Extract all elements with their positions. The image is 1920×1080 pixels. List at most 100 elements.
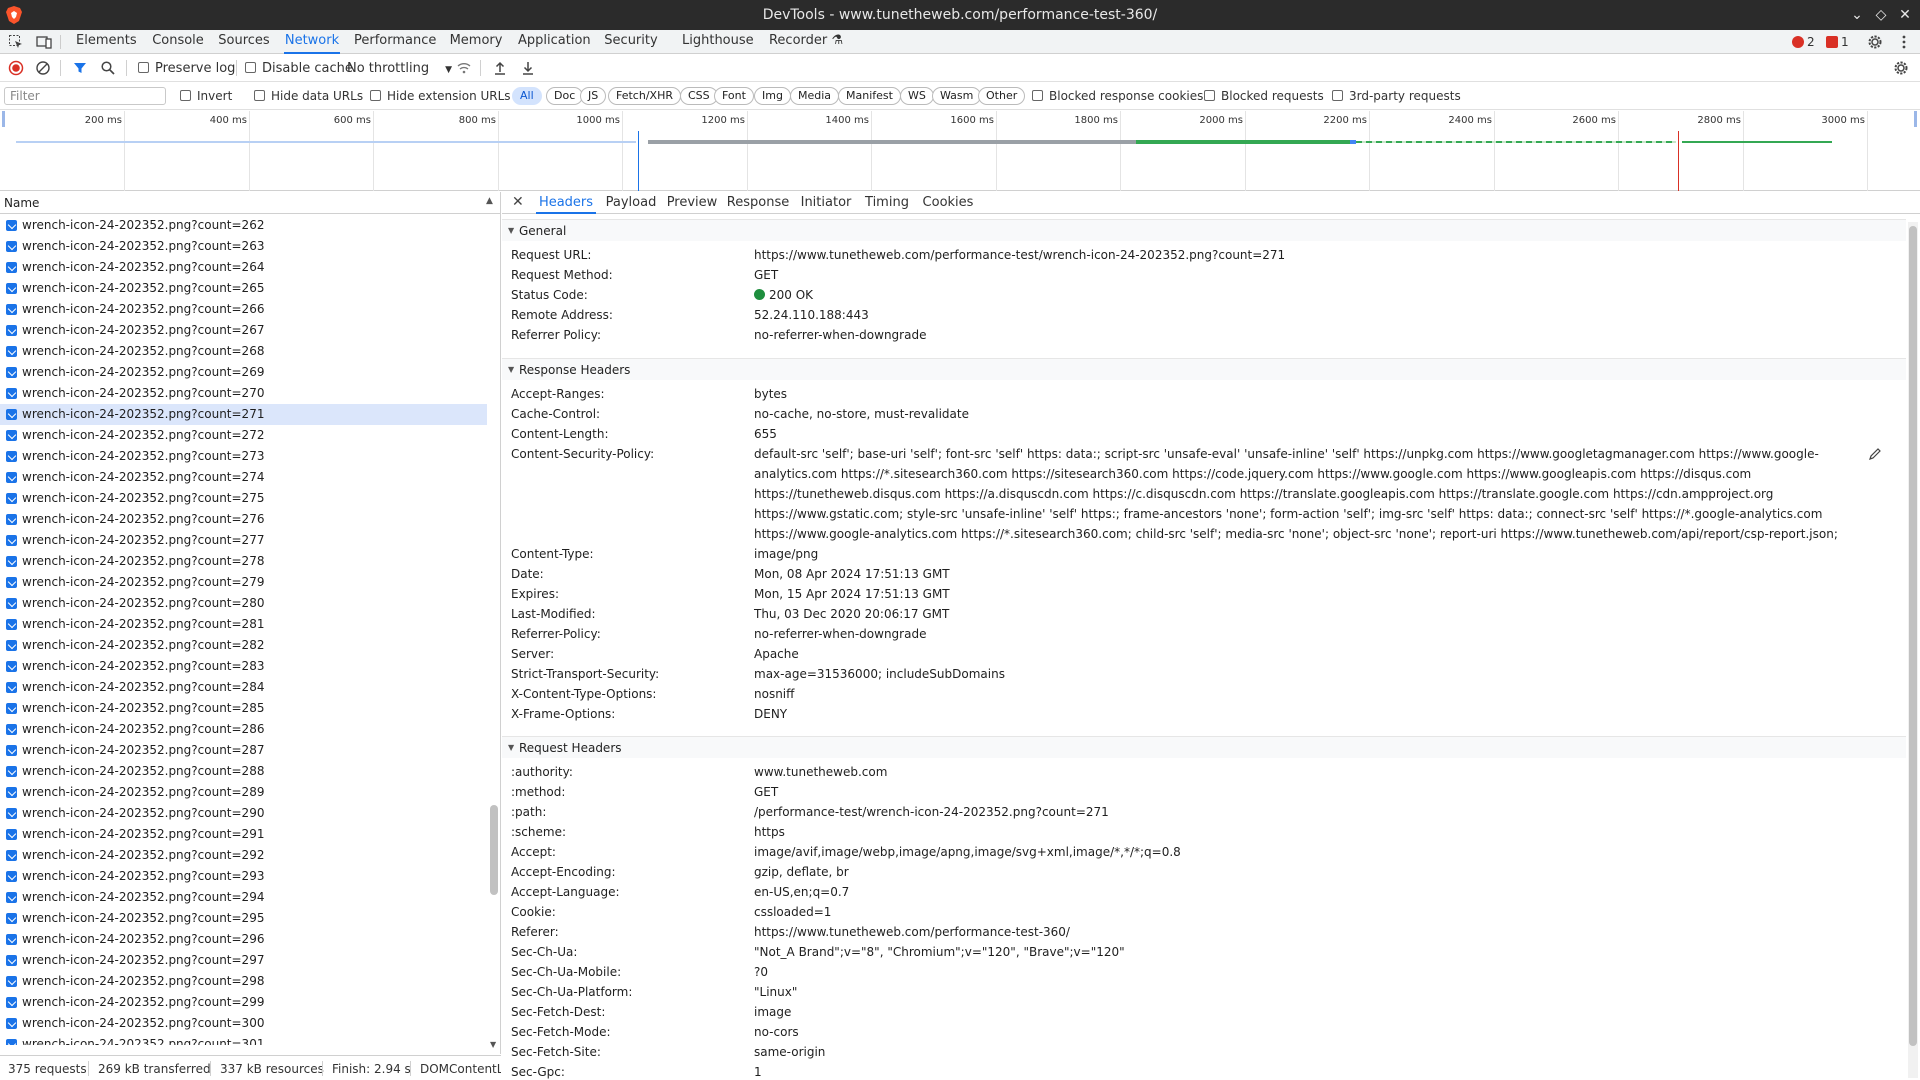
edit-pencil-icon[interactable] (1868, 447, 1882, 461)
request-row[interactable]: wrench-icon-24-202352.png?count=297 (0, 950, 487, 971)
timeline-left-handle[interactable] (2, 111, 5, 127)
request-row[interactable]: wrench-icon-24-202352.png?count=296 (0, 929, 487, 950)
error-count-badge[interactable]: 2 (1792, 35, 1815, 49)
general-section-header[interactable]: ▼ General (502, 219, 1906, 241)
close-details-icon[interactable]: ✕ (512, 194, 524, 210)
clear-log-icon[interactable] (35, 60, 51, 76)
tab-performance[interactable]: Performance (354, 30, 436, 54)
type-filter-fetch-xhr[interactable]: Fetch/XHR (608, 87, 681, 105)
request-row[interactable]: wrench-icon-24-202352.png?count=280 (0, 593, 487, 614)
close-window-button[interactable]: ✕ (1894, 4, 1916, 26)
request-row[interactable]: wrench-icon-24-202352.png?count=286 (0, 719, 487, 740)
tab-timing[interactable]: Timing (862, 192, 912, 214)
network-overview-timeline[interactable]: 200 ms 400 ms 600 ms 800 ms 1000 ms 1200… (0, 111, 1920, 191)
request-row[interactable]: wrench-icon-24-202352.png?count=272 (0, 425, 487, 446)
type-filter-js[interactable]: JS (580, 87, 607, 105)
timeline-right-handle[interactable] (1914, 111, 1917, 127)
request-row[interactable]: wrench-icon-24-202352.png?count=265 (0, 278, 487, 299)
request-row[interactable]: wrench-icon-24-202352.png?count=288 (0, 761, 487, 782)
request-row[interactable]: wrench-icon-24-202352.png?count=301 (0, 1034, 487, 1045)
request-row[interactable]: wrench-icon-24-202352.png?count=294 (0, 887, 487, 908)
request-row[interactable]: wrench-icon-24-202352.png?count=292 (0, 845, 487, 866)
request-row[interactable]: wrench-icon-24-202352.png?count=264 (0, 257, 487, 278)
throttling-select[interactable]: No throttling ▼ (347, 61, 452, 76)
request-row[interactable]: wrench-icon-24-202352.png?count=275 (0, 488, 487, 509)
hide-data-urls-checkbox[interactable]: Hide data URLs (254, 89, 363, 103)
tab-headers[interactable]: Headers (536, 192, 596, 214)
tab-response[interactable]: Response (726, 192, 790, 214)
type-filter-all[interactable]: All (512, 87, 542, 105)
details-scrollbar[interactable] (1908, 222, 1918, 1078)
request-row[interactable]: wrench-icon-24-202352.png?count=290 (0, 803, 487, 824)
request-row[interactable]: wrench-icon-24-202352.png?count=268 (0, 341, 487, 362)
network-settings-gear-icon[interactable] (1893, 60, 1909, 76)
tab-security[interactable]: Security (604, 30, 658, 54)
tab-initiator[interactable]: Initiator (798, 192, 854, 214)
tab-elements[interactable]: Elements (76, 30, 137, 54)
request-row[interactable]: wrench-icon-24-202352.png?count=273 (0, 446, 487, 467)
inspect-element-icon[interactable] (8, 34, 24, 50)
stop-recording-icon[interactable] (8, 60, 24, 76)
request-row[interactable]: wrench-icon-24-202352.png?count=274 (0, 467, 487, 488)
request-row[interactable]: wrench-icon-24-202352.png?count=291 (0, 824, 487, 845)
type-filter-wasm[interactable]: Wasm (932, 87, 982, 105)
sort-up-icon[interactable]: ▲ (486, 196, 493, 206)
more-options-icon[interactable] (1896, 34, 1912, 50)
request-row[interactable]: wrench-icon-24-202352.png?count=277 (0, 530, 487, 551)
request-row[interactable]: wrench-icon-24-202352.png?count=281 (0, 614, 487, 635)
request-list-scrollbar[interactable] (488, 215, 500, 1045)
request-row[interactable]: wrench-icon-24-202352.png?count=282 (0, 635, 487, 656)
request-row[interactable]: wrench-icon-24-202352.png?count=276 (0, 509, 487, 530)
blocked-response-cookies-checkbox[interactable]: Blocked response cookies (1032, 89, 1203, 103)
type-filter-css[interactable]: CSS (680, 87, 718, 105)
request-row[interactable]: wrench-icon-24-202352.png?count=262 (0, 215, 487, 236)
export-har-icon[interactable] (520, 60, 536, 76)
device-toolbar-icon[interactable] (36, 34, 52, 50)
request-row[interactable]: wrench-icon-24-202352.png?count=293 (0, 866, 487, 887)
disable-cache-checkbox[interactable]: Disable cache (245, 61, 353, 76)
invert-checkbox[interactable]: Invert (180, 89, 232, 103)
request-row[interactable]: wrench-icon-24-202352.png?count=278 (0, 551, 487, 572)
request-row[interactable]: wrench-icon-24-202352.png?count=287 (0, 740, 487, 761)
request-row[interactable]: wrench-icon-24-202352.png?count=299 (0, 992, 487, 1013)
request-row[interactable]: wrench-icon-24-202352.png?count=269 (0, 362, 487, 383)
type-filter-other[interactable]: Other (978, 87, 1026, 105)
details-scroll-thumb[interactable] (1909, 226, 1917, 1046)
scroll-down-arrow-icon[interactable]: ▼ (490, 1040, 496, 1049)
response-headers-section-header[interactable]: ▼ Response Headers (502, 358, 1906, 380)
tab-network[interactable]: Network (284, 30, 340, 54)
blocked-requests-checkbox[interactable]: Blocked requests (1204, 89, 1324, 103)
type-filter-font[interactable]: Font (714, 87, 754, 105)
request-row[interactable]: wrench-icon-24-202352.png?count=285 (0, 698, 487, 719)
type-filter-ws[interactable]: WS (900, 87, 934, 105)
request-row[interactable]: wrench-icon-24-202352.png?count=298 (0, 971, 487, 992)
maximize-button[interactable]: ◇ (1870, 4, 1892, 26)
warning-count-badge[interactable]: 1 (1826, 35, 1849, 49)
import-har-icon[interactable] (492, 60, 508, 76)
preserve-log-checkbox[interactable]: Preserve log (138, 61, 235, 76)
hide-extension-urls-checkbox[interactable]: Hide extension URLs (370, 89, 511, 103)
request-row[interactable]: wrench-icon-24-202352.png?count=271 (0, 404, 487, 425)
tab-sources[interactable]: Sources (218, 30, 270, 54)
tab-payload[interactable]: Payload (602, 192, 660, 214)
type-filter-media[interactable]: Media (790, 87, 840, 105)
minimize-button[interactable]: ⌄ (1846, 4, 1868, 26)
search-icon[interactable] (100, 60, 116, 76)
request-row[interactable]: wrench-icon-24-202352.png?count=300 (0, 1013, 487, 1034)
type-filter-img[interactable]: Img (754, 87, 791, 105)
request-row[interactable]: wrench-icon-24-202352.png?count=267 (0, 320, 487, 341)
request-row[interactable]: wrench-icon-24-202352.png?count=283 (0, 656, 487, 677)
request-row[interactable]: wrench-icon-24-202352.png?count=284 (0, 677, 487, 698)
type-filter-doc[interactable]: Doc (546, 87, 584, 105)
third-party-requests-checkbox[interactable]: 3rd-party requests (1332, 89, 1461, 103)
tab-lighthouse[interactable]: Lighthouse (682, 30, 754, 54)
request-row[interactable]: wrench-icon-24-202352.png?count=263 (0, 236, 487, 257)
name-column-header[interactable]: Name (4, 196, 39, 210)
tab-memory[interactable]: Memory (448, 30, 504, 54)
request-row[interactable]: wrench-icon-24-202352.png?count=279 (0, 572, 487, 593)
filter-funnel-icon[interactable] (72, 60, 88, 76)
request-row[interactable]: wrench-icon-24-202352.png?count=295 (0, 908, 487, 929)
tab-application[interactable]: Application (518, 30, 591, 54)
request-headers-section-header[interactable]: ▼ Request Headers (502, 736, 1906, 758)
tab-recorder[interactable]: Recorder ⚗ (768, 30, 844, 54)
